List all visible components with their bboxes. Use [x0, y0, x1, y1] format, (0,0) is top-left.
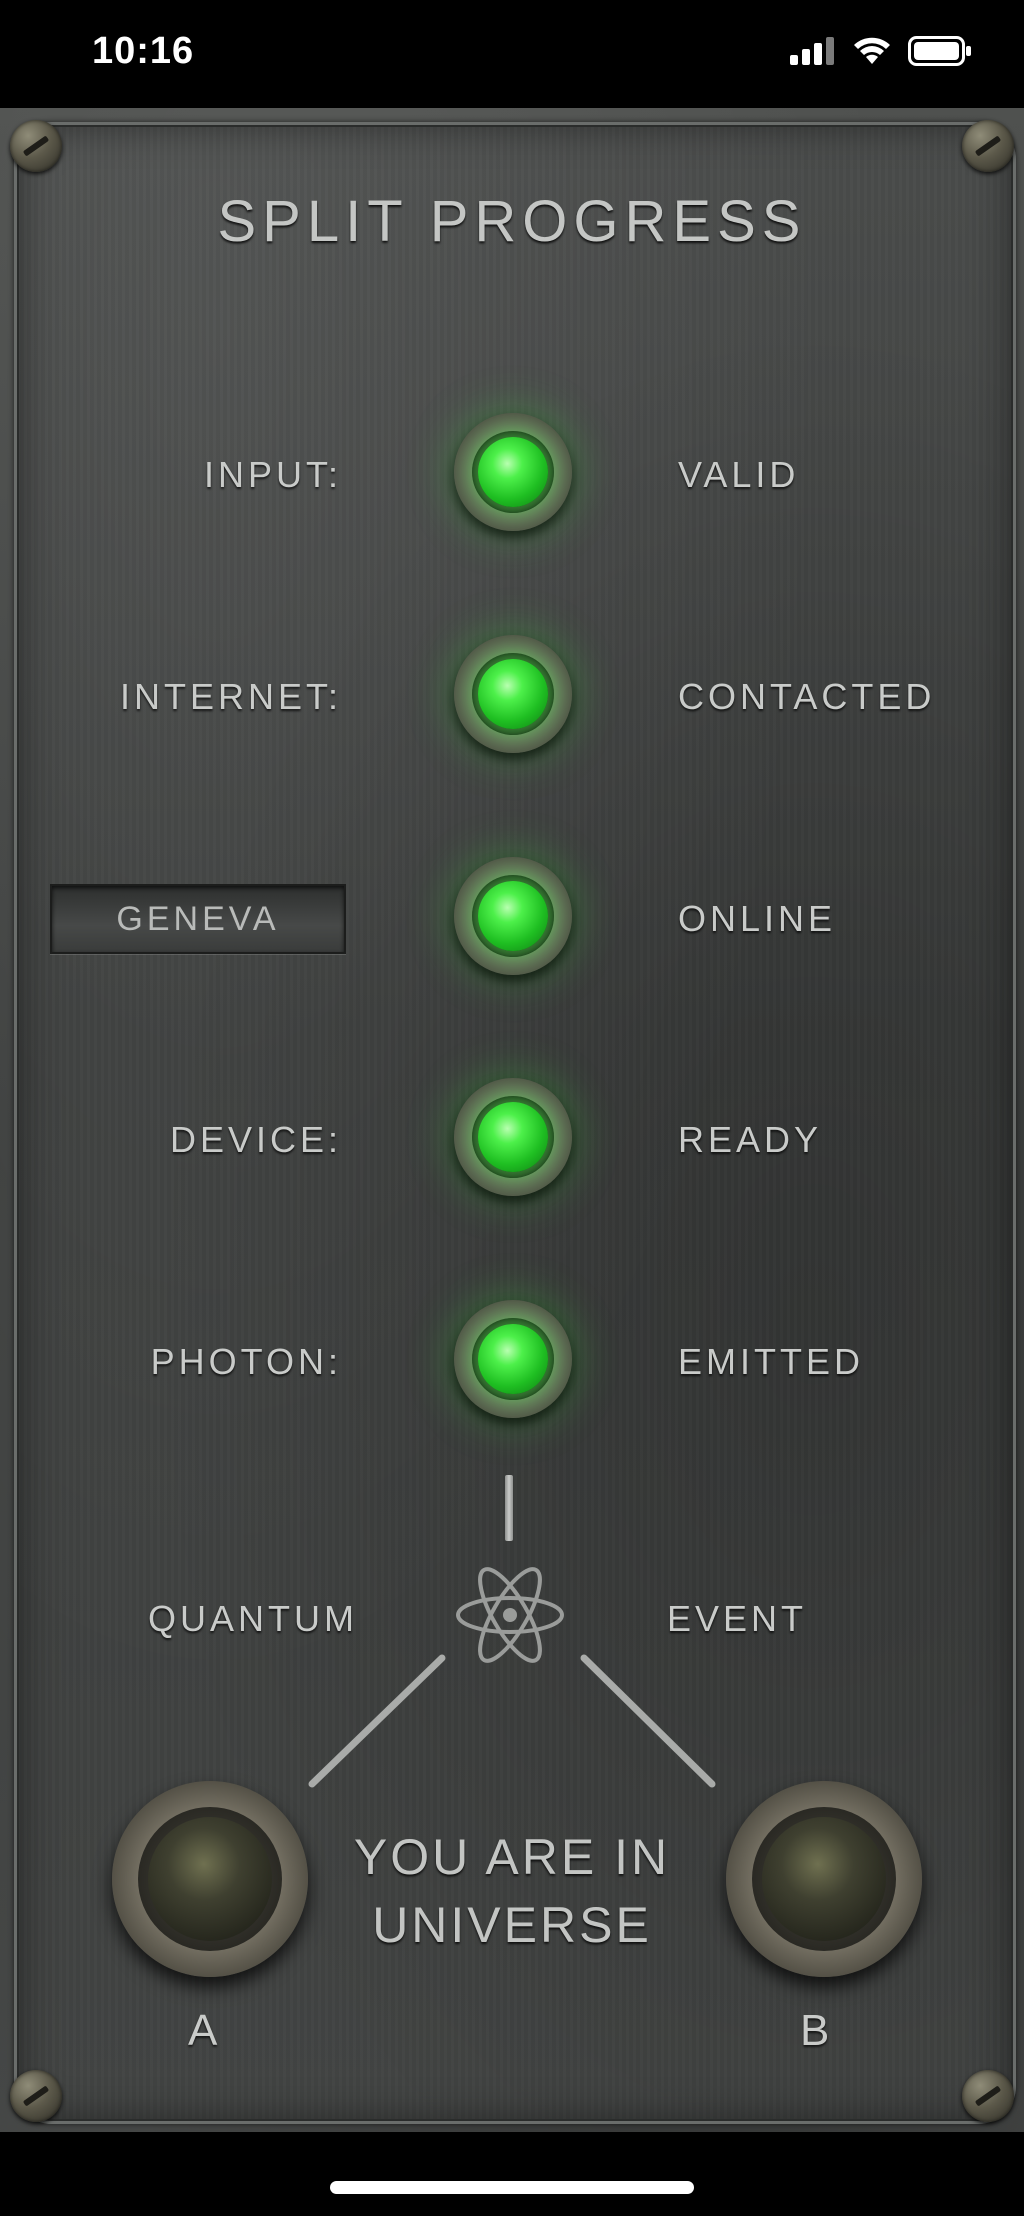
status-time: 10:16: [92, 30, 195, 72]
battery-icon: [908, 36, 971, 66]
row-label-photon: PHOTON:: [150, 1341, 342, 1382]
status-led-device: [454, 1078, 572, 1196]
status-icons: [790, 36, 972, 66]
beam-vertical: [505, 1475, 513, 1541]
home-indicator[interactable]: [330, 2181, 694, 2194]
screw-icon: [962, 120, 1014, 172]
status-led-internet: [454, 635, 572, 753]
location-label: GENEVA: [116, 899, 280, 938]
status-led-location: [454, 857, 572, 975]
row-label-device: DEVICE:: [169, 1119, 342, 1160]
row-label-internet: INTERNET:: [119, 676, 342, 717]
universe-message-line2: UNIVERSE: [372, 1897, 652, 1953]
status-led-input: [454, 413, 572, 531]
universe-a-label: A: [188, 2006, 222, 2055]
row-status-internet: CONTACTED: [678, 676, 936, 717]
wifi-icon: [854, 37, 890, 64]
row-status-photon: EMITTED: [678, 1341, 864, 1382]
universe-b-indicator: [726, 1781, 922, 1977]
universe-a-indicator: [112, 1781, 308, 1977]
screw-icon: [10, 2070, 62, 2122]
row-status-device: READY: [678, 1119, 823, 1160]
page-title: SPLIT PROGRESS: [217, 189, 807, 254]
quantum-label: QUANTUM: [148, 1598, 358, 1639]
row-label-input: INPUT:: [203, 454, 342, 495]
status-led-photon: [454, 1300, 572, 1418]
screw-icon: [962, 2070, 1014, 2122]
status-bar: 10:16: [0, 0, 1024, 108]
row-status-input: VALID: [678, 454, 800, 495]
universe-b-label: B: [800, 2006, 834, 2055]
row-status-location: ONLINE: [678, 898, 837, 939]
screw-icon: [10, 120, 62, 172]
location-display: GENEVA: [50, 884, 346, 954]
cellular-signal-icon: [790, 37, 834, 65]
event-label: EVENT: [667, 1598, 808, 1639]
universe-message-line1: YOU ARE IN: [353, 1829, 671, 1885]
beam-split: [308, 1654, 716, 1788]
